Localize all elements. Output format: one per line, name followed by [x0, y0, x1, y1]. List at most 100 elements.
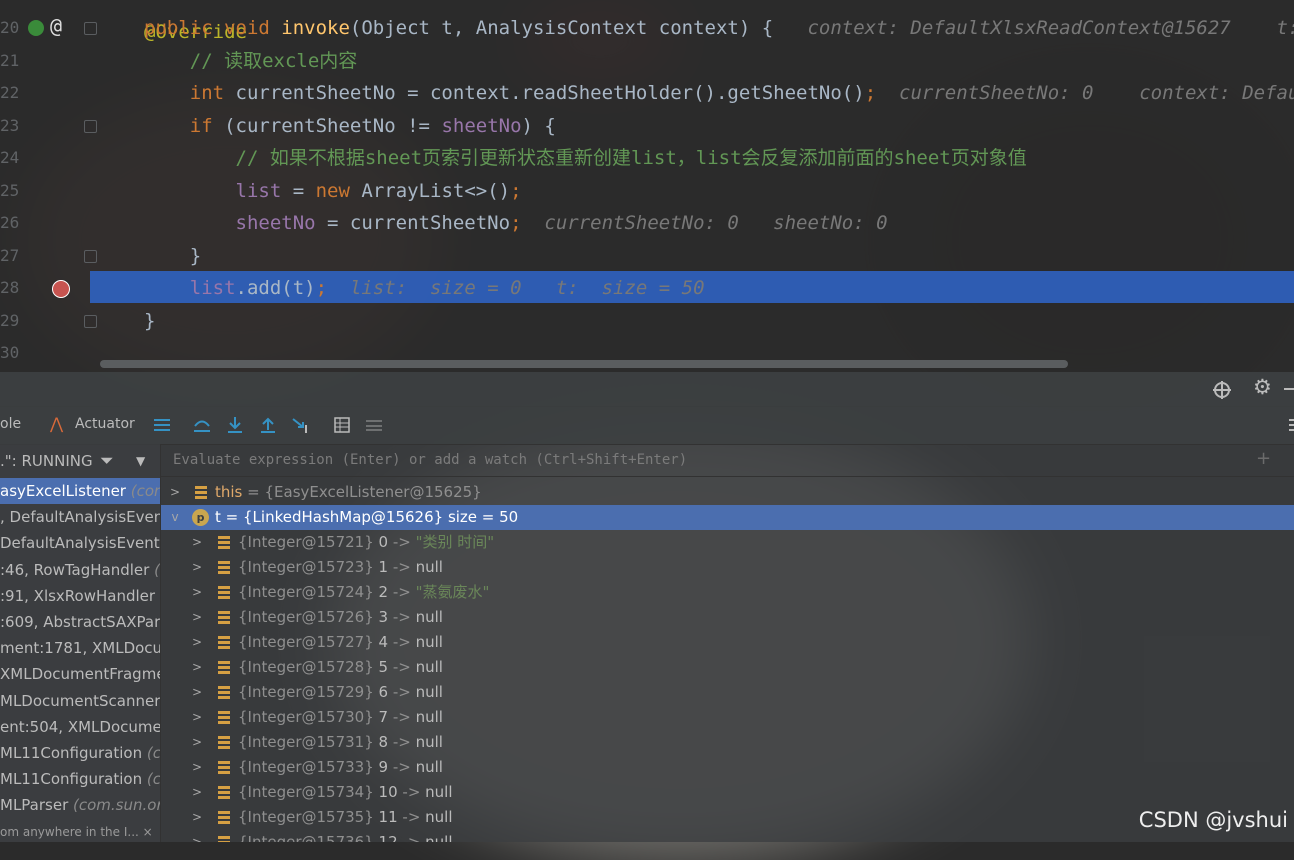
stack-frame[interactable]: MLParser (com.sun.or	[0, 792, 160, 818]
chevron-right-icon[interactable]: >	[191, 755, 203, 780]
stack-frame[interactable]: , DefaultAnalysisEvent	[0, 504, 160, 530]
stack-frame-package: (com	[131, 482, 160, 500]
chevron-right-icon[interactable]: >	[191, 730, 203, 755]
code-line[interactable]: 26 sheetNo = currentSheetNo; currentShee…	[0, 207, 1294, 239]
map-entry-row[interactable]: >{Integer@15727} 4 -> null	[161, 630, 1294, 655]
code-line[interactable]: 22 int currentSheetNo = context.readShee…	[0, 77, 1294, 109]
fold-marker[interactable]	[84, 250, 97, 263]
entry-value: null	[416, 658, 443, 676]
crosshair-icon[interactable]	[1212, 380, 1232, 400]
chevron-right-icon[interactable]: >	[191, 680, 203, 705]
step-into-icon[interactable]	[225, 415, 245, 435]
fold-marker[interactable]	[84, 120, 97, 133]
filter-icon[interactable]: ⏷	[100, 448, 114, 474]
chevron-right-icon[interactable]: >	[191, 780, 203, 805]
map-entry-row[interactable]: >{Integer@15724} 2 -> "蒸氨废水"	[161, 580, 1294, 605]
stack-frame[interactable]: DefaultAnalysisEventP	[0, 530, 160, 556]
stack-frame[interactable]: ent:504, XMLDocumer	[0, 714, 160, 740]
map-entry-row[interactable]: >{Integer@15731} 8 -> null	[161, 730, 1294, 755]
map-entry-row[interactable]: >{Integer@15735} 11 -> null	[161, 805, 1294, 830]
field-icon	[218, 686, 230, 699]
horizontal-scrollbar[interactable]	[100, 360, 1068, 368]
breakpoint-icon[interactable]	[52, 280, 70, 298]
chevron-right-icon[interactable]: >	[191, 555, 203, 580]
step-over-icon[interactable]	[192, 415, 212, 435]
evaluate-expression-input[interactable]	[171, 448, 1255, 472]
chevron-down-icon[interactable]: ▼	[136, 448, 145, 474]
thread-selector[interactable]: .": RUNNING ⏷ ▼	[0, 448, 160, 474]
line-number: 28	[0, 272, 16, 304]
frames-menu-icon[interactable]	[152, 415, 172, 435]
chevron-right-icon[interactable]: >	[191, 830, 203, 842]
map-entry-row[interactable]: >{Integer@15723} 1 -> null	[161, 555, 1294, 580]
stack-frame[interactable]: asyExcelListener (com	[0, 478, 160, 504]
override-method-icon[interactable]	[28, 20, 44, 36]
restore-layout-icon[interactable]	[1284, 415, 1294, 435]
code-line[interactable]: 28 list.add(t); list: size = 0 t: size =…	[0, 272, 1294, 304]
code-token: }	[144, 245, 201, 267]
map-entry-row[interactable]: >{Integer@15726} 3 -> null	[161, 605, 1294, 630]
map-entry-row[interactable]: >{Integer@15734} 10 -> null	[161, 780, 1294, 805]
stack-frame[interactable]: ment:1781, XMLDocum	[0, 635, 160, 661]
at-annotation-icon[interactable]: @	[50, 14, 62, 38]
stack-frame[interactable]: MLDocumentScannerIn	[0, 688, 160, 714]
stack-frame[interactable]: :609, AbstractSAXPars	[0, 609, 160, 635]
chevron-right-icon[interactable]: >	[191, 605, 203, 630]
code-line[interactable]: 23 if (currentSheetNo != sheetNo) {	[0, 110, 1294, 142]
trace-icon[interactable]	[364, 415, 384, 435]
var-row-t[interactable]: v p t = {LinkedHashMap@15626} size = 50	[161, 505, 1294, 530]
stack-frame[interactable]: XMLDocumentFragmen	[0, 661, 160, 687]
code-token: = currentSheetNo	[327, 212, 510, 234]
code-token: 内容	[319, 50, 357, 72]
code-line[interactable]: 25 list = new ArrayList<>();	[0, 175, 1294, 207]
code-token: void	[224, 17, 281, 39]
entry-value: null	[416, 683, 443, 701]
code-line[interactable]: 24 // 如果不根据sheet页索引更新状态重新创建list，list会反复添…	[0, 142, 1294, 174]
code-token	[144, 180, 236, 202]
gear-icon[interactable]: ⚙	[1253, 375, 1272, 399]
var-row-this[interactable]: > this = {EasyExcelListener@15625}	[161, 480, 1294, 505]
entry-arrow: ->	[388, 633, 416, 651]
map-entry-row[interactable]: >{Integer@15721} 0 -> "类别 时间"	[161, 530, 1294, 555]
stack-frame[interactable]: :91, XlsxRowHandler (c	[0, 583, 160, 609]
entry-arrow: ->	[388, 583, 416, 601]
chevron-right-icon[interactable]: >	[191, 805, 203, 830]
stack-frame[interactable]: :46, RowTagHandler (c	[0, 557, 160, 583]
line-number: 26	[0, 207, 16, 239]
run-to-cursor-icon[interactable]	[291, 415, 311, 435]
code-text: }	[144, 240, 201, 272]
chevron-right-icon[interactable]: >	[191, 530, 203, 555]
code-line[interactable]: 21 // 读取excle内容	[0, 45, 1294, 77]
fold-marker[interactable]	[84, 22, 97, 35]
map-entry-row[interactable]: >{Integer@15728} 5 -> null	[161, 655, 1294, 680]
tab-actuator[interactable]: Actuator	[75, 416, 135, 432]
code-line[interactable]: 20public void invoke(Object t, AnalysisC…	[0, 12, 1294, 44]
line-number: 27	[0, 240, 16, 272]
minimize-icon[interactable]	[1284, 388, 1294, 390]
fold-marker[interactable]	[84, 315, 97, 328]
map-entry-row[interactable]: >{Integer@15730} 7 -> null	[161, 705, 1294, 730]
entry-arrow: ->	[388, 733, 416, 751]
evaluate-table-icon[interactable]	[332, 415, 352, 435]
chevron-right-icon[interactable]: >	[191, 655, 203, 680]
code-line[interactable]: 29}	[0, 305, 1294, 337]
chevron-right-icon[interactable]: >	[191, 580, 203, 605]
stack-frame[interactable]: ML11Configuration (c	[0, 766, 160, 792]
map-entry-row[interactable]: >{Integer@15736} 12 -> null	[161, 830, 1294, 842]
map-entry-row[interactable]: >{Integer@15729} 6 -> null	[161, 680, 1294, 705]
chevron-down-icon[interactable]: v	[169, 505, 181, 530]
map-entry-row[interactable]: >{Integer@15733} 9 -> null	[161, 755, 1294, 780]
chevron-right-icon[interactable]: >	[191, 705, 203, 730]
code-token: // 读取	[190, 50, 262, 72]
chevron-right-icon[interactable]: >	[191, 630, 203, 655]
code-line[interactable]: 27 }	[0, 240, 1294, 272]
stack-frame[interactable]: om anywhere in the I... ×	[0, 819, 160, 842]
stack-frame[interactable]: ML11Configuration (c	[0, 740, 160, 766]
tab-console[interactable]: ole	[0, 416, 21, 432]
code-editor[interactable]: @Override 20public void invoke(Object t,…	[0, 0, 1294, 372]
entry-id: {Integer@15733}	[238, 758, 374, 776]
step-out-icon[interactable]	[258, 415, 278, 435]
chevron-right-icon[interactable]: >	[169, 480, 181, 505]
add-watch-icon[interactable]: +	[1256, 448, 1271, 469]
code-token: // 如果不根据sheet页索引更新状态重新创建list，list会反复添加前面…	[236, 147, 1027, 169]
